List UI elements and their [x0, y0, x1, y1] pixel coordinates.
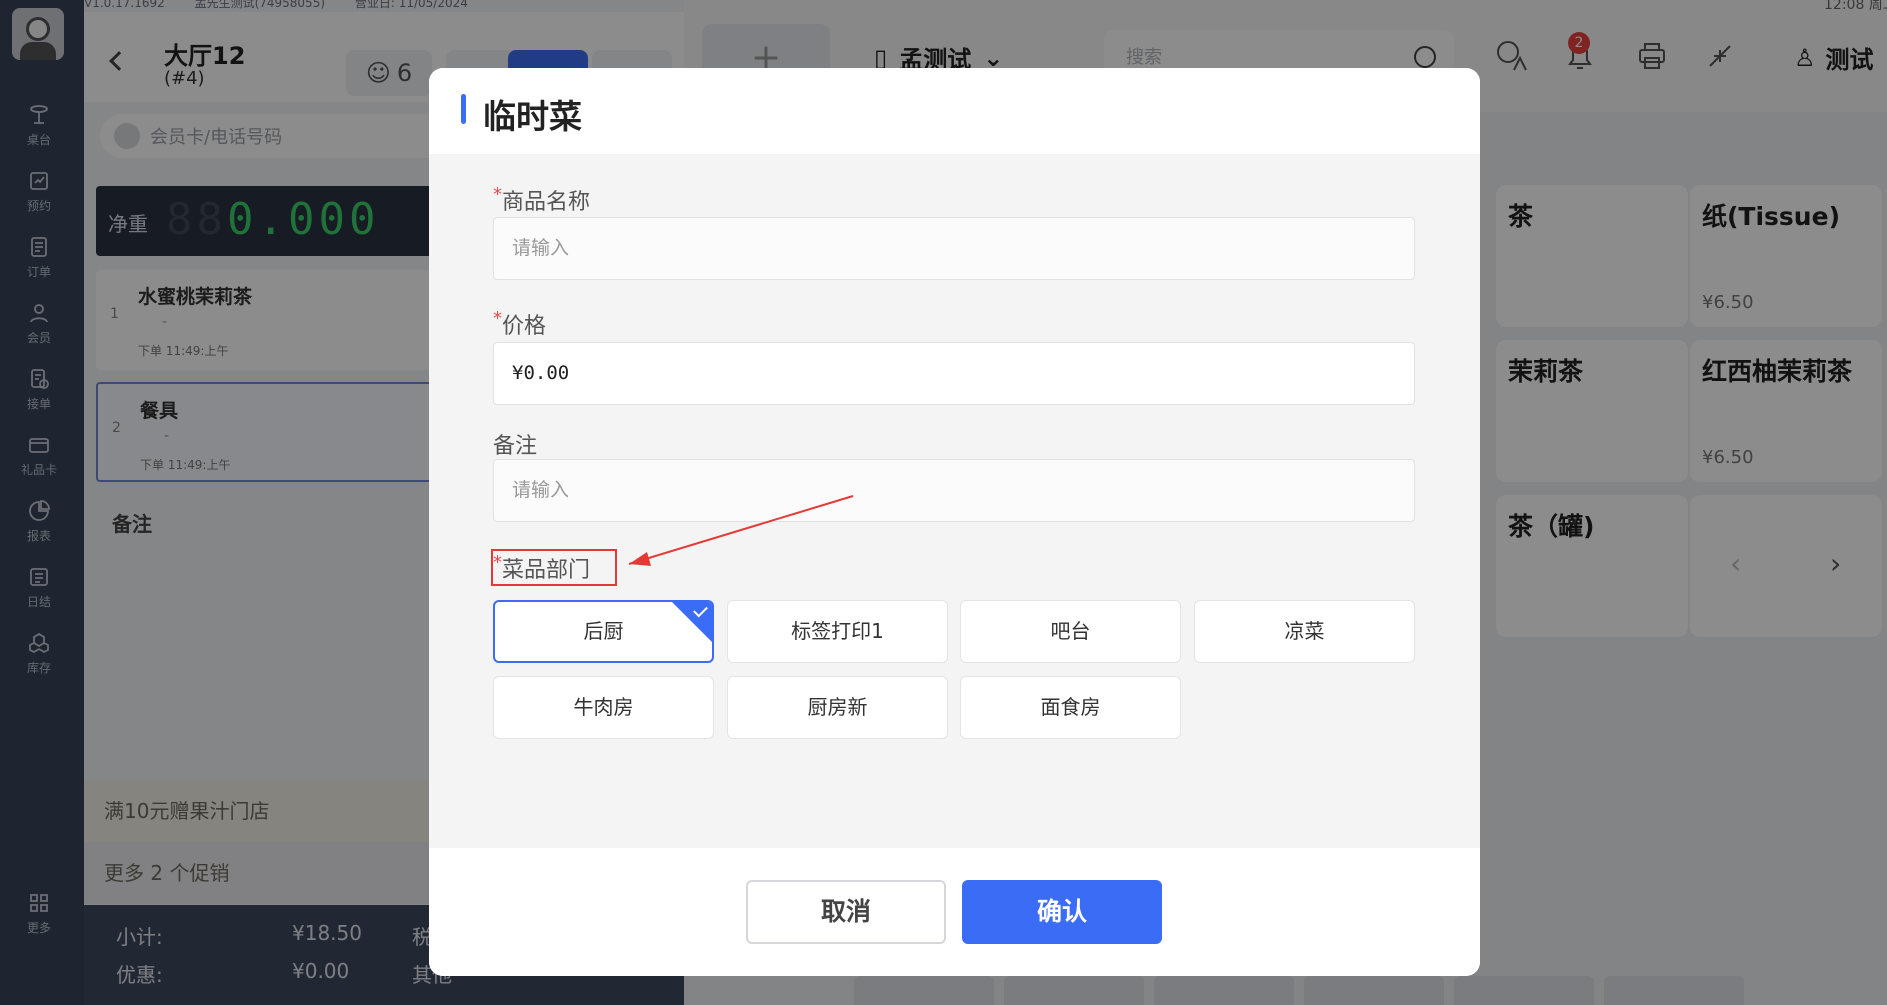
price-value: ¥0.00 — [512, 362, 570, 384]
annotation-highlight-box — [491, 549, 617, 586]
dialog-title: 临时菜 — [483, 97, 582, 136]
dialog-header: 临时菜 — [429, 68, 1480, 154]
dept-label: 牛肉房 — [573, 695, 634, 719]
dept-option-selected[interactable]: 后厨 — [493, 600, 714, 663]
price-input[interactable]: ¥0.00 — [493, 342, 1415, 405]
note-label: 备注 — [493, 434, 538, 459]
price-label-text: 价格 — [502, 314, 547, 339]
dept-label: 吧台 — [1050, 619, 1091, 643]
note-placeholder: 请输入 — [512, 479, 570, 501]
dept-label: 面食房 — [1040, 695, 1101, 719]
dept-option[interactable]: 牛肉房 — [493, 676, 714, 739]
dept-option[interactable]: 标签打印1 — [727, 600, 948, 663]
temp-dish-dialog: 临时菜 *商品名称 请输入 *价格 ¥0.00 备注 请输入 *菜品部门 后厨 … — [429, 68, 1480, 976]
title-accent-bar — [461, 94, 466, 124]
cancel-button[interactable]: 取消 — [746, 880, 946, 944]
required-mark: * — [493, 184, 502, 205]
required-mark: * — [493, 308, 502, 329]
dept-label: 凉菜 — [1284, 619, 1325, 643]
dept-label: 厨房新 — [807, 695, 868, 719]
dept-label: 后厨 — [583, 619, 624, 643]
name-placeholder: 请输入 — [512, 237, 570, 259]
note-input[interactable]: 请输入 — [493, 459, 1415, 522]
price-label: *价格 — [493, 308, 546, 340]
dept-option[interactable]: 面食房 — [960, 676, 1181, 739]
dept-option[interactable]: 凉菜 — [1194, 600, 1415, 663]
name-label: *商品名称 — [493, 184, 590, 216]
dialog-footer: 取消 确认 — [429, 848, 1480, 976]
product-name-input[interactable]: 请输入 — [493, 217, 1415, 280]
confirm-button[interactable]: 确认 — [962, 880, 1162, 944]
dept-option[interactable]: 吧台 — [960, 600, 1181, 663]
dept-label: 标签打印1 — [791, 619, 884, 643]
name-label-text: 商品名称 — [502, 190, 591, 215]
dept-option[interactable]: 厨房新 — [727, 676, 948, 739]
